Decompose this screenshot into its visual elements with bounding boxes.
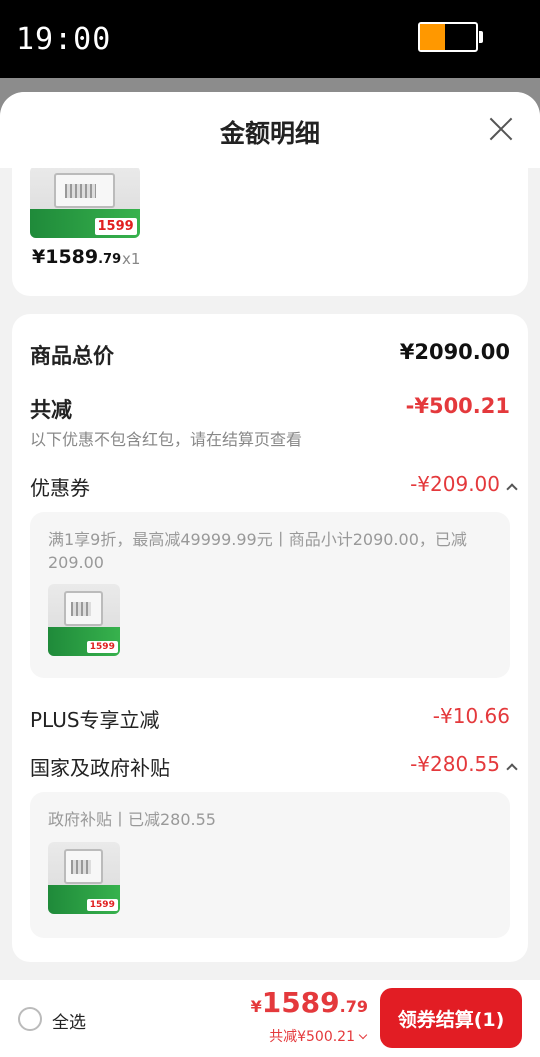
thumbnail-price-tag: 1599 [86, 899, 118, 912]
chevron-down-icon [358, 1030, 368, 1040]
subsidy-value: -¥280.55 [410, 752, 500, 776]
discount-note: 以下优惠不包含红包，请在结算页查看 [30, 430, 303, 449]
product-price-decimal: .79 [98, 252, 122, 267]
discount-value: -¥500.21 [405, 394, 510, 418]
total-discount-text: 共减¥500.21 [269, 1029, 355, 1045]
coupon-detail-box: 满1享9折，最高减49999.99元丨商品小计2090.00，已减209.00 … [30, 512, 510, 678]
chevron-up-icon [506, 483, 518, 495]
plus-label: PLUS专享立减 [30, 708, 160, 732]
subsidy-product-thumbnail: 1599 [48, 842, 120, 914]
subsidy-label: 国家及政府补贴 [30, 756, 170, 780]
sheet-title: 金额明细 [219, 119, 320, 148]
checkout-button[interactable]: 领券结算(1) [380, 988, 522, 1048]
thumbnail-price-tag: 1599 [86, 641, 118, 654]
checkout-bar: 全选 ¥1589.79 共减¥500.21 领券结算(1) [0, 980, 540, 1057]
close-icon[interactable] [488, 116, 514, 142]
subsidy-detail-box: 政府补贴丨已减280.55 1599 [30, 792, 510, 938]
currency-symbol: ¥ [250, 997, 262, 1016]
subsidy-detail-text: 政府补贴丨已减280.55 [48, 810, 216, 829]
total-payable: ¥1589.79 [251, 986, 368, 1019]
total-label: 商品总价 [30, 344, 114, 368]
product-price: ¥1589.79 [32, 246, 121, 268]
subsidy-row-toggle[interactable]: -¥280.55 [410, 752, 518, 776]
total-value: ¥2090.00 [399, 340, 510, 364]
select-all-radio[interactable] [18, 1007, 42, 1031]
status-bar: 19:00 [0, 0, 540, 78]
coupon-value: -¥209.00 [410, 472, 500, 496]
sheet-header: 金额明细 [0, 92, 540, 168]
price-details-card: 商品总价 ¥2090.00 共减 -¥500.21 以下优惠不包含红包，请在结算… [12, 314, 528, 962]
chevron-up-icon [506, 763, 518, 775]
dishwasher-image [63, 591, 104, 626]
total-price-decimal: .79 [339, 997, 368, 1016]
total-price-main: 1589 [261, 986, 340, 1019]
coupon-row-toggle[interactable]: -¥209.00 [410, 472, 518, 496]
dishwasher-image [54, 173, 115, 208]
product-thumbnail[interactable]: 1599 [30, 166, 140, 238]
battery-level [420, 24, 446, 50]
total-discount-toggle[interactable]: 共减¥500.21 [269, 1026, 368, 1046]
discount-label: 共减 [30, 398, 72, 422]
coupon-detail-text: 满1享9折，最高减49999.99元丨商品小计2090.00，已减209.00 [48, 530, 467, 572]
status-time: 19:00 [16, 22, 112, 57]
dishwasher-image [63, 849, 104, 884]
product-quantity: x1 [122, 250, 141, 268]
plus-value: -¥10.66 [432, 704, 510, 728]
amount-details-sheet: 金额明细 1599 ¥1589.79 x1 商品总价 ¥2090.00 共减 -… [0, 92, 540, 1057]
battery-cap [479, 31, 483, 43]
coupon-product-thumbnail: 1599 [48, 584, 120, 656]
coupon-label: 优惠券 [30, 476, 90, 500]
thumbnail-price-tag: 1599 [94, 218, 137, 236]
select-all-label[interactable]: 全选 [52, 1008, 86, 1033]
product-price-main: ¥1589 [32, 246, 99, 268]
battery-icon [418, 22, 478, 52]
